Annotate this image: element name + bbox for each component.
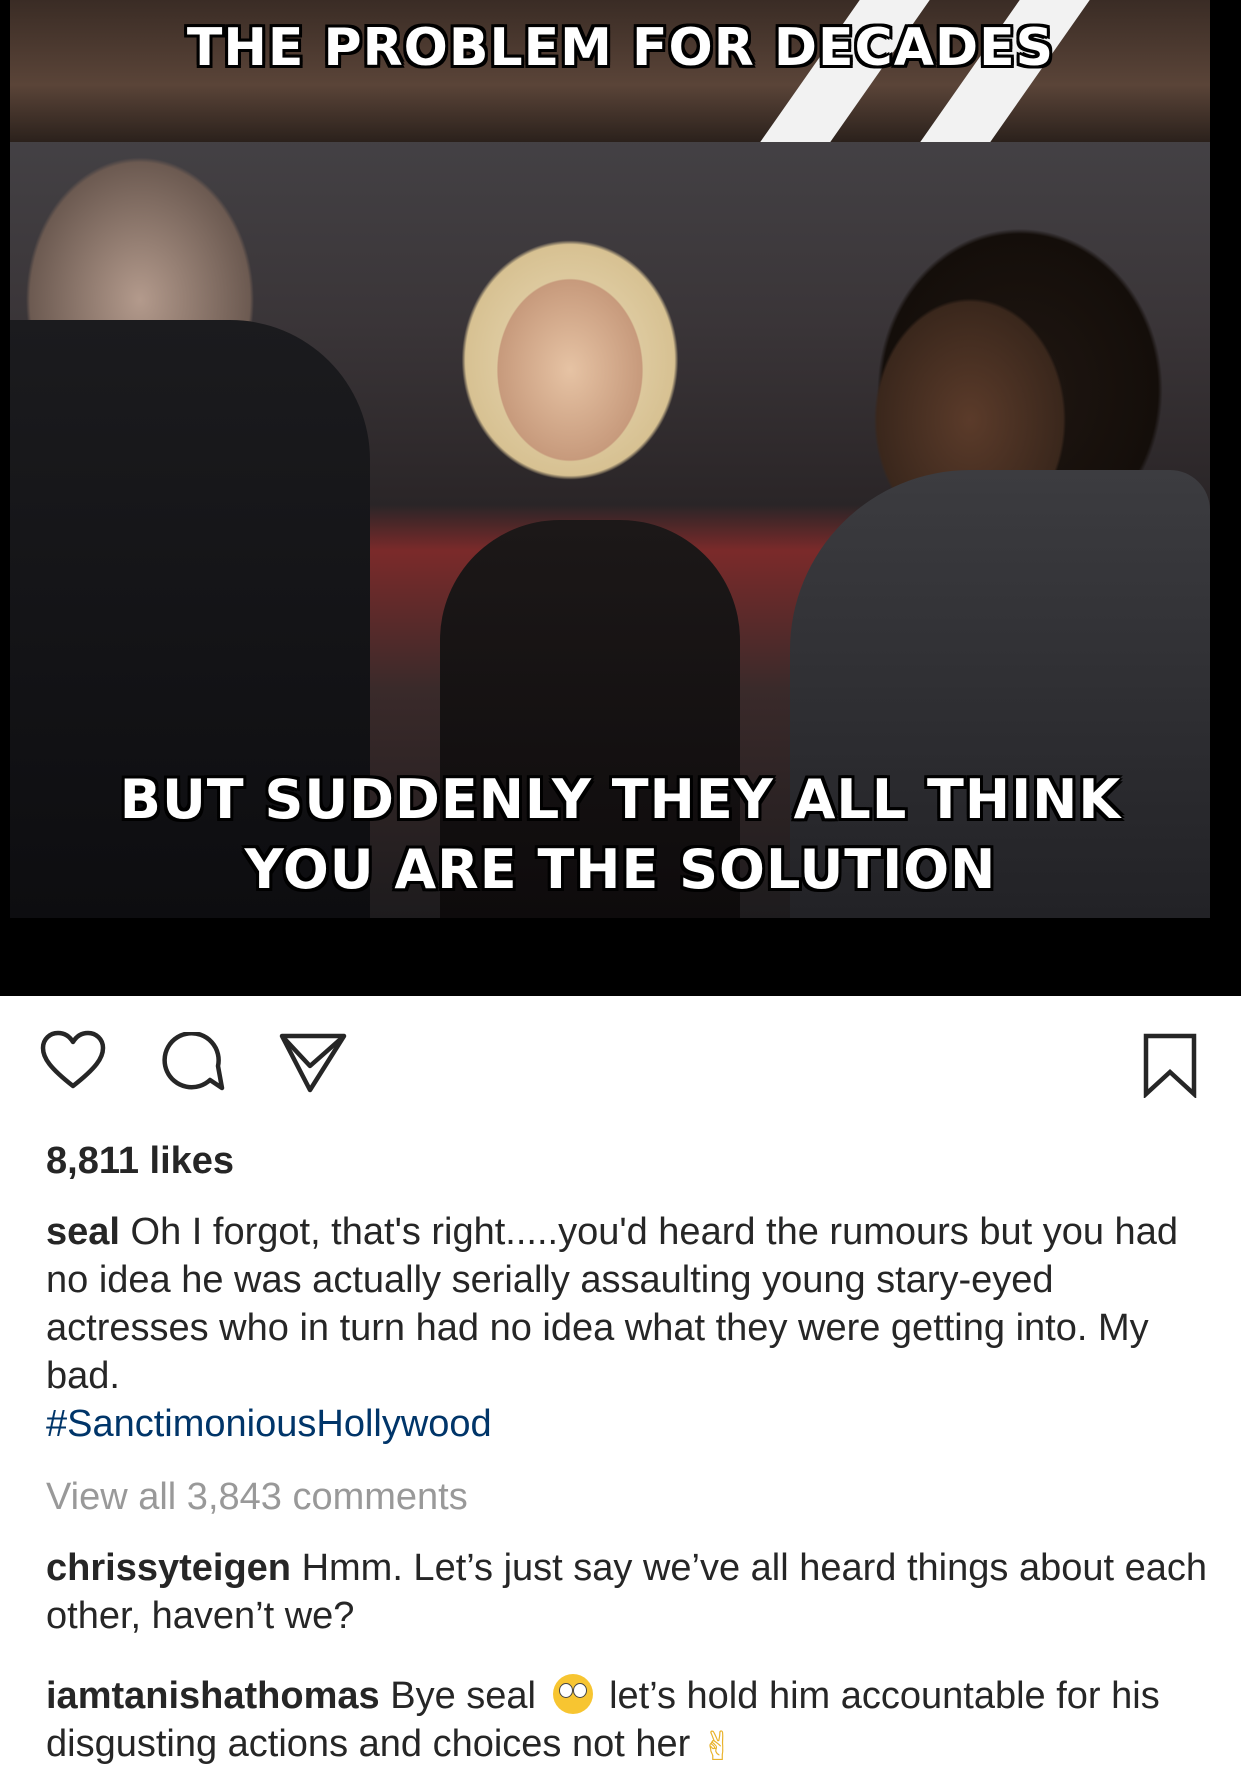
- comment-item: chrissyteigen Hmm. Let’s just say we’ve …: [46, 1544, 1216, 1640]
- comment-username[interactable]: iamtanishathomas: [46, 1675, 380, 1717]
- caption-text: Oh I forgot, that's right.....you'd hear…: [46, 1211, 1178, 1397]
- action-bar: [0, 1030, 1241, 1110]
- view-all-comments-link[interactable]: View all 3,843 comments: [46, 1476, 468, 1519]
- comment-item: iamtanishathomas Bye seal let’s hold him…: [46, 1672, 1216, 1771]
- caption-hashtag[interactable]: #SanctimoniousHollywood: [46, 1403, 492, 1445]
- rolling-eyes-emoji-icon: [552, 1674, 593, 1714]
- meme-top-text: THE PROBLEM FOR DECADES: [186, 18, 1055, 78]
- likes-count[interactable]: 8,811 likes: [46, 1140, 234, 1183]
- caption-username[interactable]: seal: [46, 1211, 120, 1253]
- comment-username[interactable]: chrissyteigen: [46, 1547, 291, 1589]
- post-image[interactable]: THE PROBLEM FOR DECADES BUT SUDDENLY THE…: [0, 0, 1241, 996]
- bookmark-icon[interactable]: [1142, 1032, 1198, 1103]
- victory-hand-emoji-icon: ✌: [700, 1724, 735, 1770]
- meme-bottom-text-line2: YOU ARE THE SOLUTION: [244, 838, 997, 901]
- comment-icon[interactable]: [160, 1031, 226, 1099]
- post-caption: seal Oh I forgot, that's right.....you'd…: [46, 1208, 1206, 1448]
- share-icon[interactable]: [278, 1032, 348, 1099]
- meme-bottom-text-line1: BUT SUDDENLY THEY ALL THINK: [119, 768, 1122, 831]
- heart-icon[interactable]: [40, 1030, 106, 1095]
- comment-text: Bye seal: [390, 1675, 536, 1717]
